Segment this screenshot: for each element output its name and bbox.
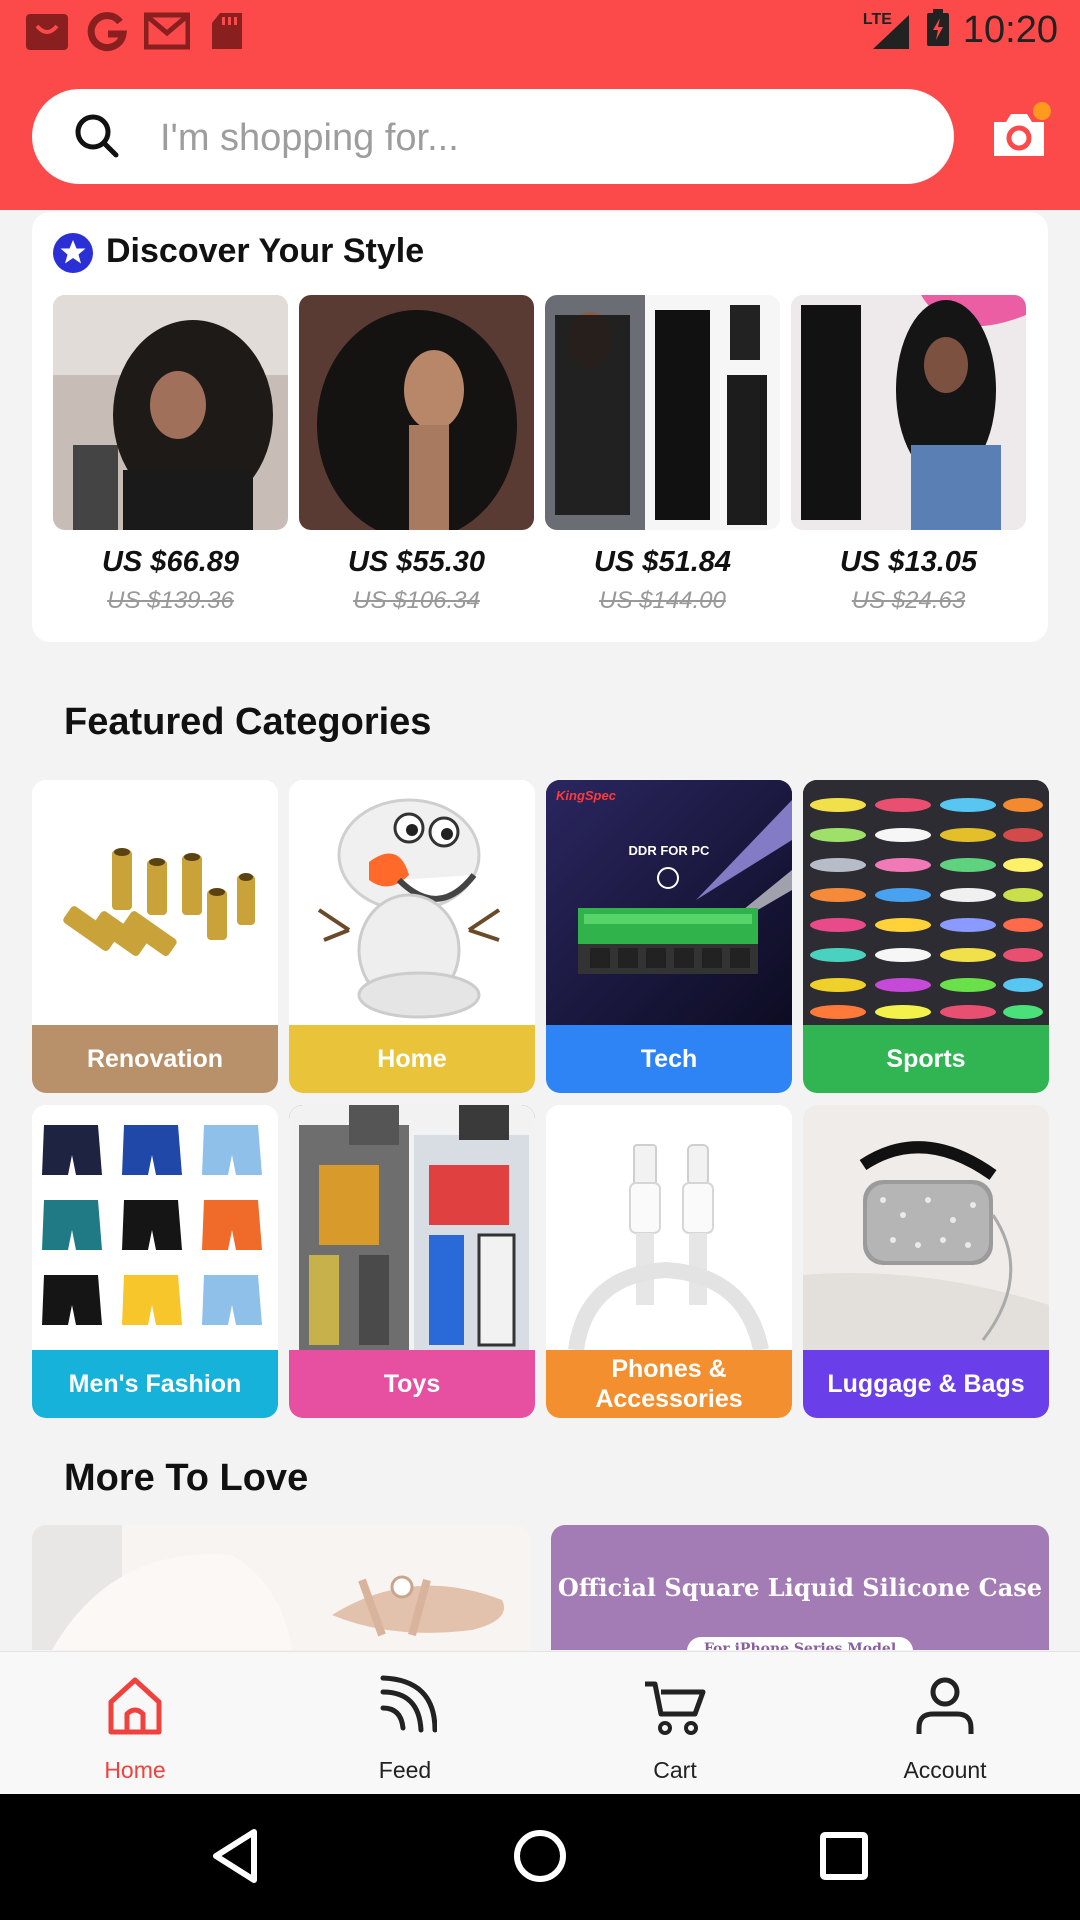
- nav-label: Home: [104, 1757, 166, 1783]
- category-label: Men's Fashion: [32, 1350, 278, 1418]
- product-price: US $66.89: [101, 546, 240, 578]
- category-luggage-bags[interactable]: Luggage & Bags: [803, 1105, 1049, 1418]
- search-input[interactable]: I'm shopping for...: [32, 89, 954, 184]
- product-card[interactable]: US $13.05 US $24.63: [791, 295, 1026, 615]
- discover-title: Discover Your Style: [106, 232, 425, 270]
- home-icon: [103, 1674, 167, 1738]
- battery-icon: [925, 8, 951, 53]
- category-label: Renovation: [32, 1025, 278, 1093]
- tech-brand-text: KingSpec: [556, 788, 616, 803]
- product-old-price: US $24.63: [851, 587, 966, 614]
- product-old-price: US $106.34: [353, 587, 480, 614]
- banner-subtext: For iPhone Series Model: [687, 1637, 913, 1650]
- category-image: [32, 1105, 278, 1350]
- product-image: [791, 295, 1026, 530]
- featured-categories-title: Featured Categories: [64, 701, 432, 743]
- category-image: [289, 780, 535, 1025]
- sandal-image: [32, 1525, 530, 1650]
- status-bar: LTE 10:20: [0, 0, 1080, 64]
- banner-text: Official Square Liquid Silicone Case: [557, 1573, 1043, 1602]
- product-image: [545, 295, 780, 530]
- product-card[interactable]: US $51.84 US $144.00: [545, 295, 780, 615]
- nav-label: Feed: [378, 1757, 432, 1783]
- category-sports[interactable]: Sports: [803, 780, 1049, 1093]
- category-image: [289, 1105, 535, 1350]
- home-circle-icon[interactable]: [510, 1826, 570, 1886]
- back-icon[interactable]: [206, 1826, 266, 1886]
- product-image: [53, 295, 288, 530]
- category-image: KingSpec DDR FOR PC: [546, 780, 792, 1025]
- nav-label: Account: [903, 1757, 987, 1783]
- search-placeholder: I'm shopping for...: [160, 117, 459, 159]
- product-old-price: US $139.36: [107, 587, 234, 614]
- lte-signal-icon: LTE: [863, 11, 913, 51]
- discover-card: Discover Your Style US $66.89 US $139.36: [32, 212, 1048, 642]
- category-image: [546, 1105, 792, 1350]
- category-label: Tech: [546, 1025, 792, 1093]
- tech-caption-text: DDR FOR PC: [628, 843, 710, 858]
- feed-icon: [373, 1674, 438, 1738]
- recommendation-card[interactable]: Official Square Liquid Silicone Case For…: [551, 1525, 1049, 1650]
- category-toys[interactable]: Toys: [289, 1105, 535, 1418]
- nav-cart[interactable]: Cart: [540, 1652, 810, 1795]
- product-price: US $55.30: [347, 546, 486, 578]
- nav-account[interactable]: Account: [810, 1652, 1080, 1795]
- category-label: Luggage & Bags: [803, 1350, 1049, 1418]
- search-icon: [72, 111, 122, 161]
- account-icon: [913, 1674, 977, 1738]
- nav-feed[interactable]: Feed: [270, 1652, 540, 1795]
- category-tech[interactable]: KingSpec DDR FOR PC Tech: [546, 780, 792, 1093]
- bottom-nav: Home Feed Cart Account: [0, 1651, 1080, 1794]
- category-image: [803, 1105, 1049, 1350]
- sd-card-icon: [204, 10, 250, 52]
- category-image: [803, 780, 1049, 1025]
- shop-icon: [24, 10, 70, 52]
- nav-label: Cart: [653, 1757, 697, 1783]
- recents-icon[interactable]: [814, 1826, 874, 1886]
- system-nav-bar: [0, 1794, 1080, 1920]
- star-badge-icon: [52, 232, 94, 274]
- more-to-love-title: More To Love: [64, 1457, 309, 1499]
- cart-icon: [643, 1674, 707, 1738]
- category-label: Sports: [803, 1025, 1049, 1093]
- camera-icon[interactable]: [986, 100, 1052, 166]
- category-label: Toys: [289, 1350, 535, 1418]
- product-image: [299, 295, 534, 530]
- product-price: US $13.05: [839, 546, 978, 578]
- category-label: Phones & Accessories: [546, 1350, 792, 1418]
- category-renovation[interactable]: Renovation: [32, 780, 278, 1093]
- category-mens-fashion[interactable]: Men's Fashion: [32, 1105, 278, 1418]
- category-image: [32, 780, 278, 1025]
- nav-home[interactable]: Home: [0, 1652, 270, 1795]
- recommendation-card[interactable]: [32, 1525, 530, 1650]
- product-card[interactable]: US $55.30 US $106.34: [299, 295, 534, 615]
- category-label: Home: [289, 1025, 535, 1093]
- product-price: US $51.84: [593, 546, 732, 578]
- product-card[interactable]: US $66.89 US $139.36: [53, 295, 288, 615]
- google-icon: [84, 10, 130, 52]
- gmail-icon: [144, 10, 190, 52]
- product-old-price: US $144.00: [599, 587, 726, 614]
- category-home[interactable]: Home: [289, 780, 535, 1093]
- category-phones-accessories[interactable]: Phones & Accessories: [546, 1105, 792, 1418]
- status-time: 10:20: [962, 9, 1058, 51]
